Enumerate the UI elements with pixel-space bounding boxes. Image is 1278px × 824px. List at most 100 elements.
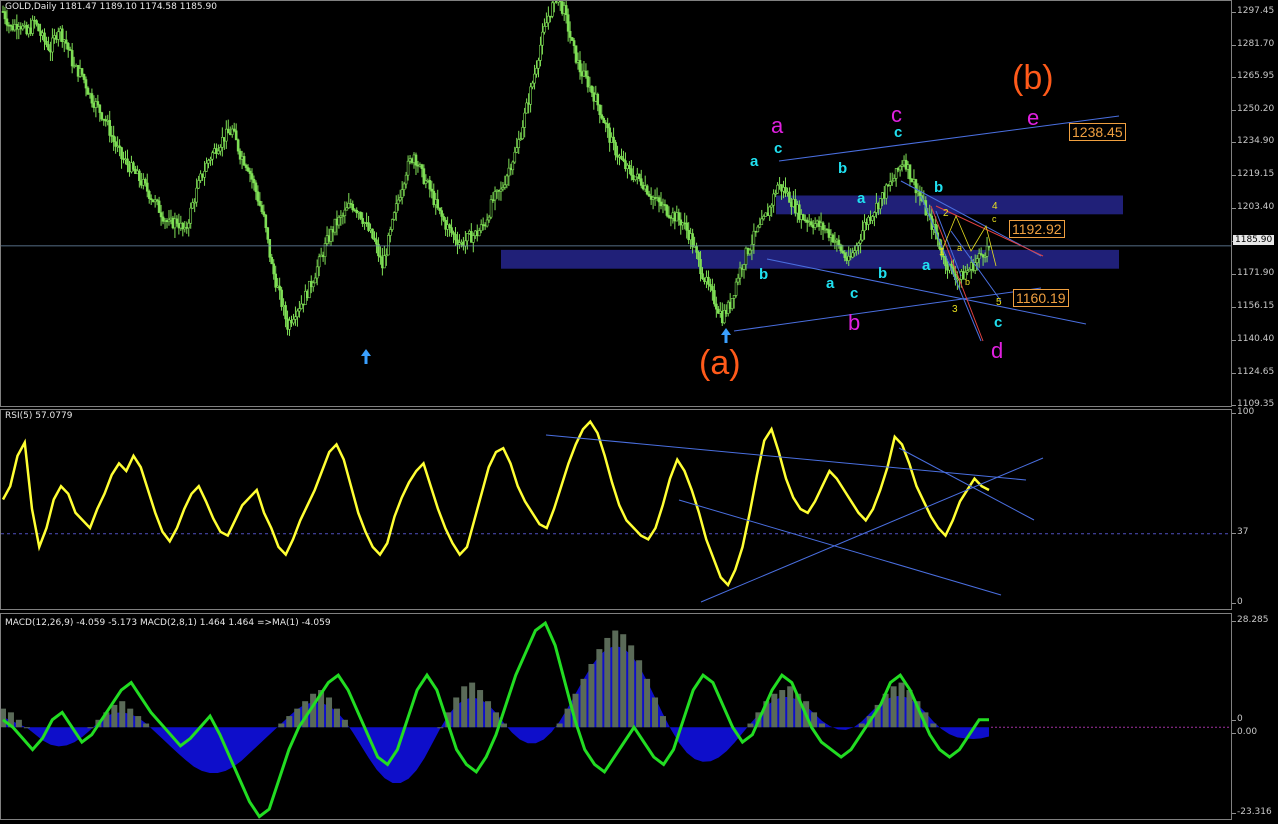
candle-body <box>620 155 623 160</box>
candle-body <box>732 295 736 299</box>
candle-body <box>545 22 548 27</box>
macd-histogram-bar <box>620 634 627 728</box>
candle-body <box>758 224 762 228</box>
macd-histogram-bar <box>326 697 333 728</box>
candle-body <box>256 191 260 202</box>
candle-body <box>539 44 542 61</box>
candle-body <box>768 206 771 217</box>
rsi-pane[interactable]: RSI(5) 57.0779 <box>0 409 1232 610</box>
candle-body <box>730 298 734 309</box>
candle-body <box>873 212 876 217</box>
candle-body <box>531 82 534 88</box>
candle-body <box>466 233 469 242</box>
candle-body <box>205 162 208 172</box>
candle-body <box>264 214 268 228</box>
candle-body <box>699 259 702 275</box>
candle-body <box>250 173 254 180</box>
candle-body <box>132 162 135 170</box>
macd-histogram-bar <box>270 727 276 731</box>
macd-histogram-bar <box>938 727 944 734</box>
candle-body <box>788 191 791 203</box>
macd-histogram-bar <box>429 727 435 742</box>
rsi-trendline <box>678 499 1002 596</box>
candle-body <box>748 249 752 255</box>
macd-histogram-bar <box>835 727 841 742</box>
rsi-chart-svg[interactable] <box>1 410 1231 609</box>
macd-histogram-bar <box>56 727 62 753</box>
candle-body <box>762 216 766 220</box>
candle-body <box>600 114 604 119</box>
candle-body <box>537 60 540 69</box>
candle-body <box>189 207 193 224</box>
candle-body <box>813 223 817 228</box>
candle-body <box>98 104 102 113</box>
candle-body <box>315 266 319 279</box>
label-yellow-2: 2 <box>943 208 949 219</box>
candle-body <box>388 229 392 236</box>
macd-histogram-bar <box>1 708 6 728</box>
candle-body <box>596 93 600 106</box>
candle-body <box>345 207 349 211</box>
current-price-tag: 1185.90 <box>1233 235 1275 245</box>
macd-histogram-bar <box>747 723 754 728</box>
candle-body <box>541 31 544 46</box>
candle-body <box>296 310 299 318</box>
macd-axis-tick: 0.00 <box>1231 727 1258 738</box>
candle-body <box>396 199 400 205</box>
candle-body <box>211 152 214 160</box>
macd-histogram-bar <box>724 727 730 753</box>
macd-chart-svg[interactable] <box>1 614 1231 819</box>
macd-histogram-bar <box>978 727 984 734</box>
label-magenta-d: d <box>991 338 1004 363</box>
candle-body <box>82 73 86 80</box>
macd-histogram-bar <box>350 727 356 731</box>
macd-histogram-bar <box>199 727 205 775</box>
price-axis-tick: 1297.45 <box>1231 5 1275 16</box>
price-chart-pane[interactable]: GOLD,Daily 1181.47 1189.10 1174.58 1185.… <box>0 0 1232 407</box>
candle-body <box>685 222 688 231</box>
macd-histogram-bar <box>898 682 905 728</box>
candle-body <box>31 19 34 34</box>
candle-body <box>742 264 746 270</box>
candle-body <box>96 101 100 106</box>
candle-body <box>566 14 570 32</box>
macd-pane[interactable]: MACD(12,26,9) -4.059 -5.173 MACD(2,8,1) … <box>0 613 1232 820</box>
macd-histogram-bar <box>779 690 786 728</box>
candle-body <box>217 150 220 154</box>
macd-histogram-bar <box>247 727 253 753</box>
candle-body <box>489 199 493 218</box>
candle-body <box>677 212 681 221</box>
candle-body <box>701 273 704 280</box>
candle-body <box>270 256 274 265</box>
label-cyan-b3: b <box>878 265 888 282</box>
candle-body <box>647 193 651 197</box>
candle-body <box>821 222 825 230</box>
candle-body <box>857 242 860 246</box>
candle-body <box>448 224 451 228</box>
candle-body <box>464 240 467 247</box>
candle-body <box>262 211 266 216</box>
label-magenta-b: b <box>848 310 861 335</box>
macd-histogram-bar <box>700 727 706 772</box>
label-yellow-a: a <box>957 243 963 253</box>
label-cyan-c3: c <box>894 124 903 141</box>
candle-body <box>57 31 60 40</box>
candle-body <box>736 277 740 283</box>
candle-body <box>487 216 491 221</box>
macd-histogram-bar <box>851 727 857 731</box>
candle-body <box>985 245 989 257</box>
macd-axis: 28.285 0 0.00 -23.316 <box>1231 613 1278 820</box>
macd-histogram-bar <box>628 645 635 728</box>
candle-body <box>564 5 568 15</box>
macd-histogram-bar <box>684 727 690 760</box>
candle-body <box>402 183 406 190</box>
candle-body <box>665 204 669 216</box>
label-cyan-a2: a <box>857 190 866 207</box>
label-yellow-1: 1 <box>939 247 945 258</box>
rsi-trendline <box>700 457 1044 603</box>
candle-body <box>280 289 283 307</box>
candle-body <box>126 158 129 166</box>
label-yellow-5: 5 <box>996 297 1002 308</box>
candle-body <box>226 128 230 134</box>
candle-body <box>311 282 315 288</box>
